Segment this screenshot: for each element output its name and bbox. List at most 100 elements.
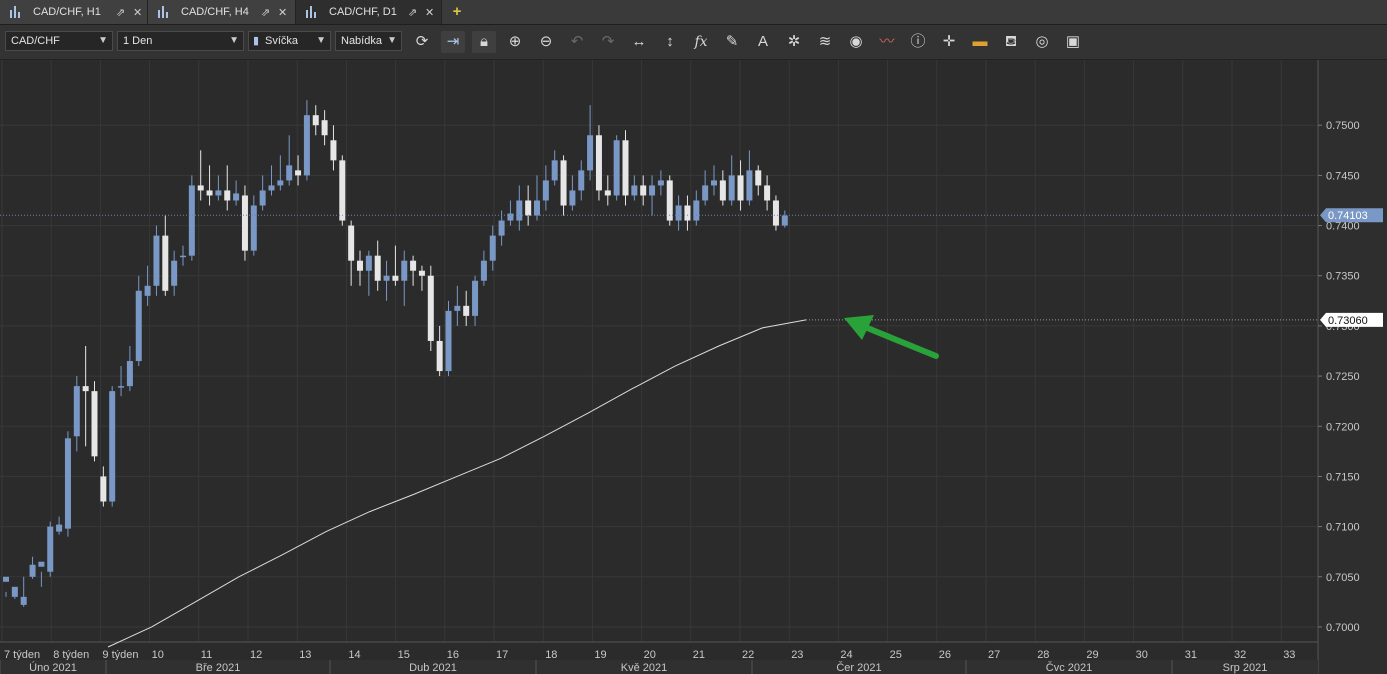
vertical-scale-icon[interactable]: ↕ bbox=[658, 31, 682, 53]
candle-body bbox=[357, 260, 363, 271]
y-tick-label: 0.7100 bbox=[1326, 522, 1360, 534]
detach-icon[interactable]: ⇗ bbox=[261, 6, 270, 19]
signals-icon[interactable]: 〰 bbox=[875, 31, 899, 53]
lock-icon[interactable]: 🔒︎ bbox=[472, 31, 496, 53]
candle-body bbox=[73, 386, 80, 437]
tab-label: CAD/CHF, H1 bbox=[33, 6, 101, 18]
candle-body bbox=[622, 140, 629, 196]
candle-body bbox=[348, 225, 355, 261]
candle-body bbox=[702, 185, 709, 201]
template-circle-icon[interactable]: ◎ bbox=[1030, 31, 1054, 53]
close-icon[interactable]: ✕ bbox=[278, 6, 287, 19]
week-label: 9 týden bbox=[102, 649, 138, 661]
candle-body bbox=[711, 180, 717, 186]
autoscroll-icon[interactable]: ⇥ bbox=[441, 31, 465, 53]
close-icon[interactable]: ✕ bbox=[133, 6, 142, 19]
text-tool-icon[interactable]: A bbox=[751, 31, 775, 53]
zoom-out-icon[interactable]: ⊖ bbox=[534, 31, 558, 53]
candle-body bbox=[250, 205, 257, 251]
info-icon[interactable]: ⓘ bbox=[906, 31, 930, 53]
symbol-select[interactable]: CAD/CHF ▼ bbox=[5, 31, 113, 51]
candle-body bbox=[383, 275, 390, 281]
price-type-value: Nabídka bbox=[341, 35, 382, 47]
y-tick-label: 0.7200 bbox=[1326, 421, 1360, 433]
candle-body bbox=[649, 185, 656, 196]
candle-body bbox=[109, 391, 116, 502]
tab-cadchf-d1[interactable]: CAD/CHF, D1 ⇗ ✕ bbox=[296, 0, 442, 24]
tab-label: CAD/CHF, H4 bbox=[181, 6, 249, 18]
candle-body bbox=[224, 190, 231, 201]
tab-cadchf-h1[interactable]: CAD/CHF, H1 ⇗ ✕ bbox=[0, 0, 148, 24]
chart-type-select[interactable]: ▮ Svíčka ▼ bbox=[248, 31, 331, 51]
indicators-fx-icon[interactable]: fx bbox=[689, 31, 713, 53]
undo-icon[interactable]: ↶ bbox=[565, 31, 589, 53]
candle-chart-icon bbox=[10, 6, 24, 18]
candle-chart-icon bbox=[306, 6, 320, 18]
fill-bucket-icon[interactable]: ⛾ bbox=[999, 31, 1023, 53]
candle-body bbox=[286, 165, 293, 181]
color-theme-icon[interactable]: ▬ bbox=[968, 31, 992, 53]
timeframe-value: 1 Den bbox=[123, 35, 153, 47]
chart-background bbox=[0, 60, 1387, 674]
redo-icon[interactable]: ↷ bbox=[596, 31, 620, 53]
zoom-in-icon[interactable]: ⊕ bbox=[503, 31, 527, 53]
detach-icon[interactable]: ⇗ bbox=[408, 6, 417, 19]
week-label: 12 bbox=[250, 649, 262, 661]
candle-body bbox=[746, 170, 753, 201]
month-label: Srp 2021 bbox=[1223, 662, 1268, 674]
week-label: 11 bbox=[201, 649, 212, 661]
candle-body bbox=[613, 140, 620, 196]
week-label: 32 bbox=[1234, 649, 1246, 661]
candle-body bbox=[604, 190, 611, 196]
chevron-down-icon: ▼ bbox=[98, 35, 108, 46]
draw-pencil-icon[interactable]: ✎ bbox=[720, 31, 744, 53]
month-label: Čer 2021 bbox=[836, 661, 881, 674]
candle-body bbox=[171, 260, 178, 286]
view-eye-icon[interactable]: ◉ bbox=[844, 31, 868, 53]
crosshair-icon[interactable]: ✛ bbox=[937, 31, 961, 53]
candle-body bbox=[728, 175, 735, 201]
candle-body bbox=[100, 476, 107, 502]
candle-body bbox=[507, 213, 514, 221]
week-label: 23 bbox=[791, 649, 803, 661]
candle-body bbox=[374, 255, 381, 281]
candle-body bbox=[631, 185, 638, 196]
month-label: Čvc 2021 bbox=[1046, 661, 1092, 674]
chevron-down-icon: ▼ bbox=[229, 35, 239, 46]
save-icon[interactable]: ▣ bbox=[1061, 31, 1085, 53]
timeframe-select[interactable]: 1 Den ▼ bbox=[117, 31, 244, 51]
candle-body bbox=[534, 200, 540, 216]
chart-toolbar: CAD/CHF ▼ 1 Den ▼ ▮ Svíčka ▼ Nabídka ▼ ⟳ ⇥ 🔒︎… bbox=[0, 25, 1387, 60]
y-tick-label: 0.7400 bbox=[1326, 221, 1360, 233]
candle-body bbox=[675, 205, 682, 221]
price-chart[interactable]: 0.75000.74500.74000.73500.73000.72500.72… bbox=[0, 60, 1387, 674]
candle-body bbox=[126, 361, 133, 387]
chart-type-icon: ▮ bbox=[253, 35, 260, 47]
refresh-icon[interactable]: ⟳ bbox=[410, 31, 434, 53]
candle-body bbox=[303, 115, 310, 176]
candle-body bbox=[339, 160, 346, 221]
month-label: Kvě 2021 bbox=[621, 662, 667, 674]
candle-body bbox=[233, 193, 240, 201]
month-label: Úno 2021 bbox=[29, 661, 77, 674]
candle-body bbox=[47, 526, 54, 572]
candle-body bbox=[684, 205, 691, 221]
objects-icon[interactable]: ✲ bbox=[782, 31, 806, 53]
candle-body bbox=[666, 180, 673, 221]
detach-icon[interactable]: ⇗ bbox=[116, 6, 125, 19]
candle-body bbox=[463, 305, 470, 316]
week-label: 13 bbox=[299, 649, 311, 661]
price-type-select[interactable]: Nabídka ▼ bbox=[335, 31, 402, 51]
tab-cadchf-h4[interactable]: CAD/CHF, H4 ⇗ ✕ bbox=[148, 0, 296, 24]
week-label: 21 bbox=[693, 649, 705, 661]
candle-body bbox=[91, 391, 98, 457]
candle-body bbox=[3, 576, 9, 582]
new-chart-icon[interactable]: + bbox=[447, 3, 467, 21]
close-icon[interactable]: ✕ bbox=[425, 6, 434, 19]
candle-body bbox=[498, 220, 505, 236]
layers-icon[interactable]: ≋ bbox=[813, 31, 837, 53]
candle-body bbox=[719, 180, 726, 201]
horizontal-scale-icon[interactable]: ↔ bbox=[627, 31, 651, 53]
candle-body bbox=[418, 270, 425, 276]
candle-body bbox=[162, 235, 169, 291]
